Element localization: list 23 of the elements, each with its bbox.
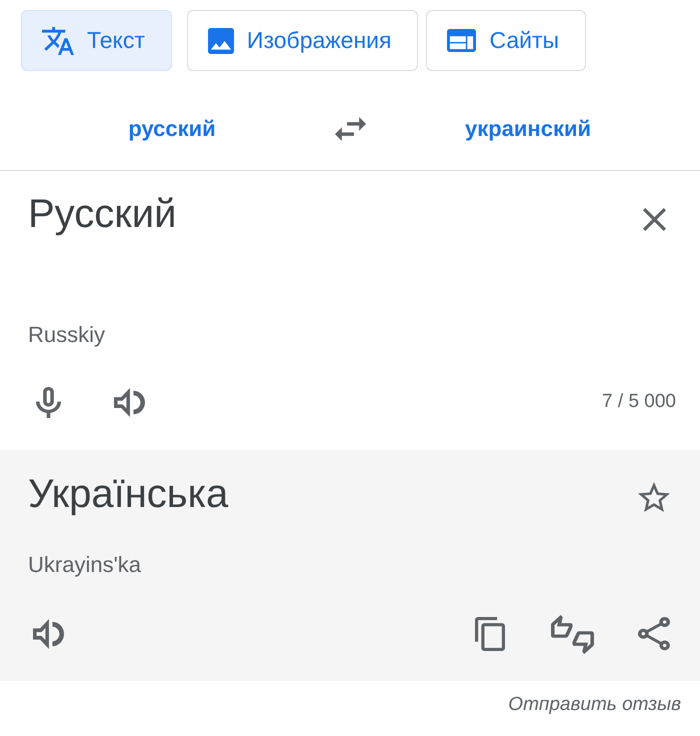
speaker-icon[interactable] [114,388,145,416]
translation-text: Українська [28,471,228,518]
thumbs-up-down-icon[interactable] [551,614,594,654]
mode-tab[interactable]: Текст [21,10,172,71]
feedback-link[interactable]: Отправить отзыв [508,693,681,717]
image-icon [208,28,234,54]
translate-icon [42,26,74,54]
share-icon[interactable] [638,616,670,652]
character-count: 7 / 5 000 [602,391,676,413]
mode-tab[interactable]: Сайты [426,10,586,71]
target-language-button[interactable]: украинский [464,116,592,142]
swap-icon[interactable] [334,117,366,141]
source-text-field[interactable]: Русский [28,190,176,238]
star-icon[interactable] [638,482,670,512]
transliteration-text: Ukrayinsʹka [28,552,142,578]
source-language-button[interactable]: русский [128,116,216,142]
web-page-icon [447,29,476,52]
microphone-icon[interactable] [36,386,61,418]
mode-tab[interactable]: Изображения [186,10,418,71]
speaker-icon[interactable] [33,619,64,649]
transliteration-text: Russkiy [28,322,106,348]
close-icon[interactable] [643,208,666,231]
copy-icon[interactable] [475,617,505,651]
